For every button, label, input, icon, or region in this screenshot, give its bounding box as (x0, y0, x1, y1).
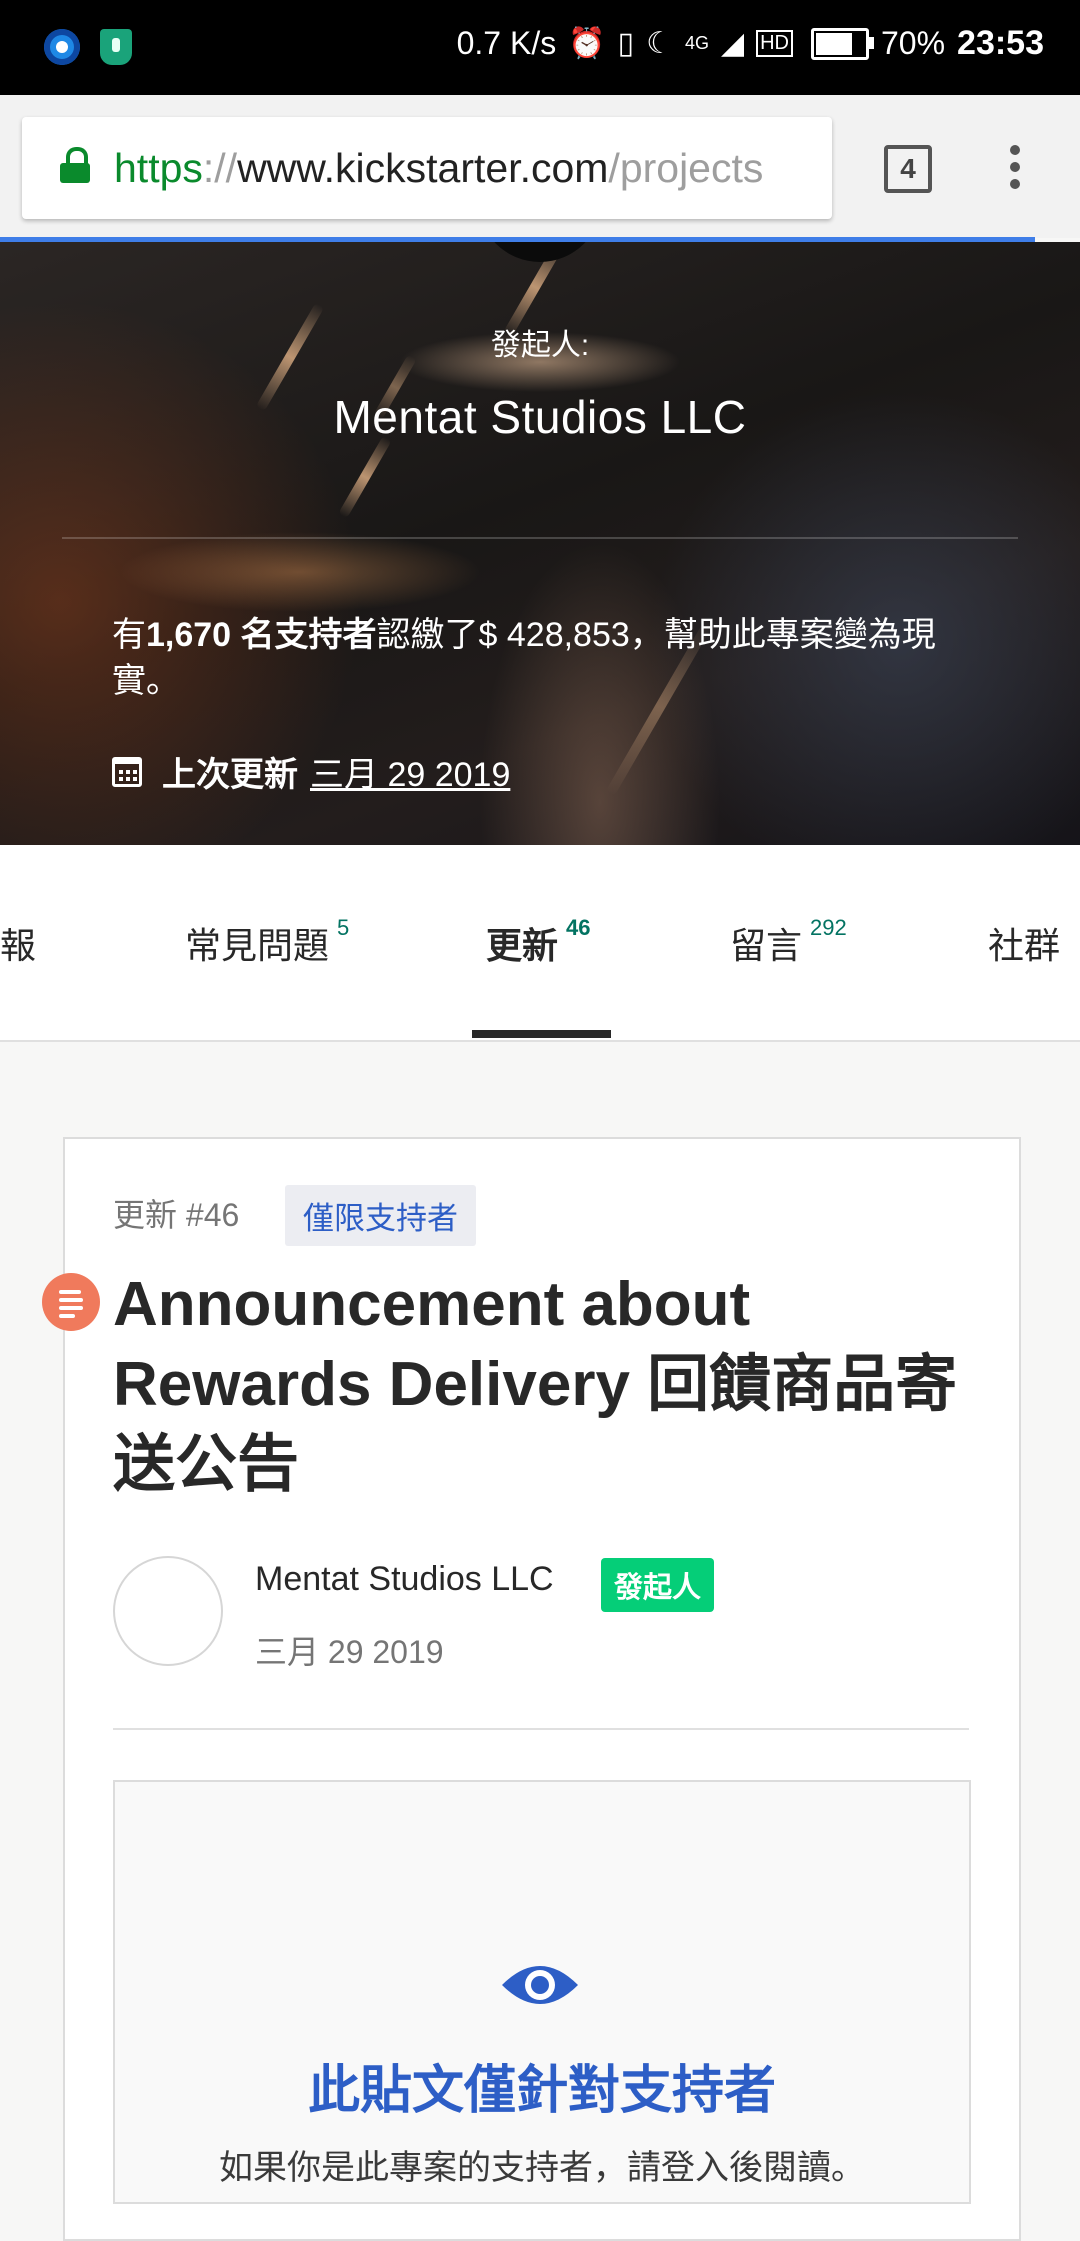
battery-icon (810, 27, 874, 60)
status-bar: 0.7 K/s ⏰ ▯ ☾ 4G ◢ HD 70% 23:53 (0, 0, 1080, 95)
eye-icon (502, 1966, 578, 2004)
tab-count: 5 (337, 915, 350, 940)
tab-community[interactable]: 社群 (988, 917, 1060, 969)
author-name[interactable]: Mentat Studios LLC (255, 1560, 554, 1599)
tab-label: 常見問題 (185, 925, 330, 966)
url-host: www.kickstarter.com (237, 144, 609, 191)
update-date: 三月 29 2019 (255, 1634, 444, 1670)
backers-only-badge: 僅限支持者 (285, 1185, 476, 1246)
locked-post-subtitle: 如果你是此專案的支持者，請登入後閱讀。 (219, 2149, 865, 2187)
url-scheme: https (114, 144, 203, 191)
alarm-icon: ⏰ (568, 27, 606, 60)
author-avatar[interactable] (113, 1556, 223, 1666)
url-text[interactable]: https://www.kickstarter.com/projects (114, 145, 763, 192)
overflow-menu-icon[interactable] (1010, 145, 1022, 193)
update-number: 更新 #46 (113, 1197, 240, 1233)
clock: 23:53 (957, 24, 1044, 62)
tab-comments[interactable]: 留言 292 (730, 915, 847, 969)
tab-rewards[interactable]: 回報 (0, 917, 36, 969)
network-speed: 0.7 K/s (456, 25, 557, 61)
url-separator: :// (202, 144, 238, 191)
app-notification-icon (44, 29, 80, 65)
moon-icon: ☾ (646, 27, 673, 60)
lock-icon[interactable] (60, 147, 90, 183)
project-tabs: 回報 常見問題 5 更新 46 留言 292 社群 (0, 845, 1080, 1042)
divider (62, 537, 1018, 539)
funding-prefix: 有 (112, 616, 146, 654)
tab-switcher-button[interactable]: 4 (884, 145, 932, 193)
post-icon (42, 1273, 100, 1331)
divider (113, 1728, 969, 1730)
backers-count: 1,670 名支持者 (146, 616, 377, 654)
4g-icon: 4G (685, 33, 710, 53)
locked-post-title: 此貼文僅針對支持者 (307, 2062, 776, 2120)
url-path: /projects (608, 144, 764, 191)
tab-label: 留言 (730, 925, 803, 966)
active-tab-indicator (472, 1030, 611, 1038)
tab-faq[interactable]: 常見問題 5 (185, 915, 350, 969)
last-updated-label: 上次更新 (162, 756, 298, 794)
tab-count: 46 (566, 915, 591, 940)
tab-label: 社群 (988, 925, 1061, 966)
creator-label: 發起人: (490, 329, 590, 362)
tab-count: 292 (810, 915, 847, 940)
vibrate-icon: ▯ (617, 27, 635, 60)
shield-app-icon (100, 29, 132, 65)
creator-avatar (478, 242, 602, 262)
browser-toolbar: https://www.kickstarter.com/projects 4 (0, 95, 1080, 238)
calendar-icon (112, 756, 142, 787)
signal-icon: ◢ (721, 27, 745, 60)
tab-label: 更新 (486, 925, 559, 966)
battery-percent: 70% (880, 25, 946, 61)
project-hero: 發起人: Mentat Studios LLC 有1,670 名支持者認繳了$ … (0, 242, 1080, 845)
last-updated-date[interactable]: 三月 29 2019 (310, 747, 510, 796)
funding-summary: 有1,670 名支持者認繳了$ 428,853，幫助此專案變為現實。 (112, 612, 972, 704)
creator-badge: 發起人 (601, 1558, 715, 1612)
tab-label: 回報 (0, 925, 37, 966)
last-updated: 上次更新 三月 29 2019 (112, 747, 510, 796)
hd-icon: HD (756, 30, 793, 57)
tab-updates[interactable]: 更新 46 (486, 915, 591, 969)
url-bar[interactable]: https://www.kickstarter.com/projects (22, 117, 832, 219)
update-title[interactable]: Announcement about Rewards Delivery 回饋商品… (113, 1265, 973, 1505)
creator-name[interactable]: Mentat Studios LLC (0, 390, 1080, 444)
